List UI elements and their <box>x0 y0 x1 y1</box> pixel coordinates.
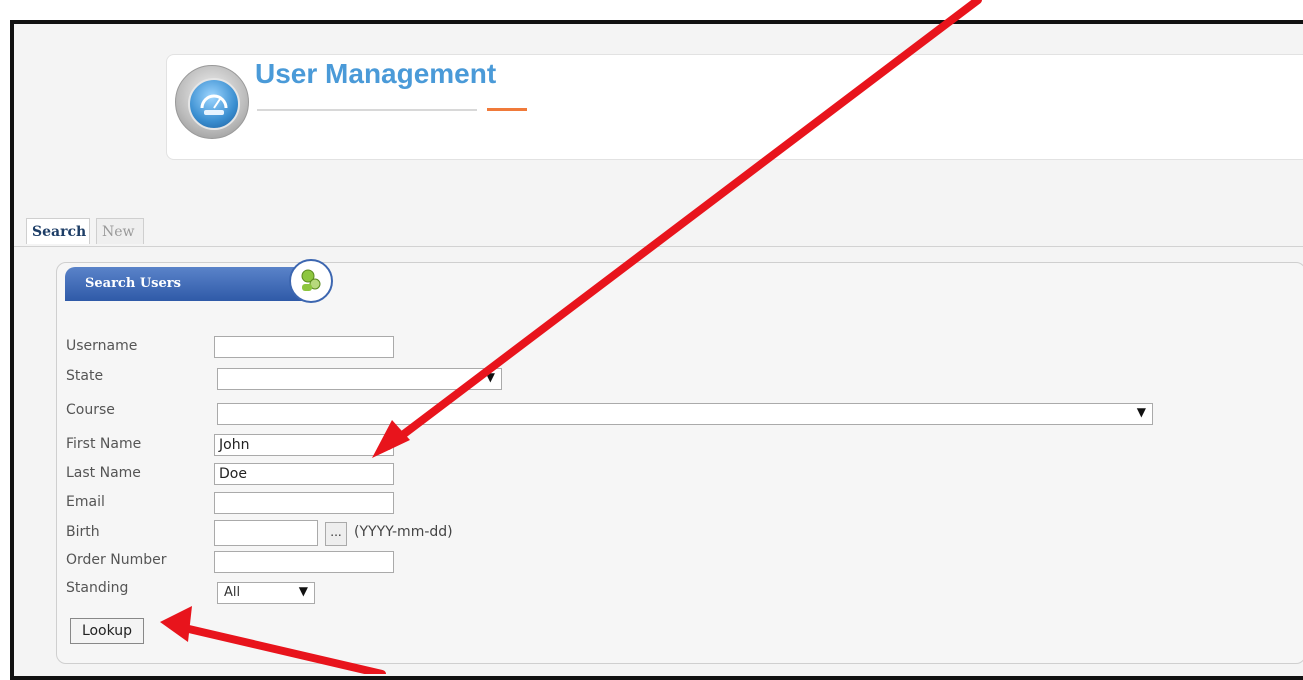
order-number-label: Order Number <box>66 552 167 568</box>
email-label: Email <box>66 494 105 510</box>
page-title: User Management <box>255 58 497 89</box>
tab-divider <box>14 246 1303 247</box>
title-accent <box>487 108 527 111</box>
birth-label: Birth <box>66 524 100 540</box>
order-number-input[interactable] <box>214 551 394 573</box>
first-name-label: First Name <box>66 436 142 452</box>
birth-input[interactable] <box>214 520 318 546</box>
panel-title: Search Users <box>85 276 181 291</box>
title-divider <box>257 109 477 111</box>
birth-format-hint: (YYYY-mm-dd) <box>354 524 453 540</box>
course-select[interactable]: ▼ <box>217 403 1153 425</box>
dropdown-arrow-icon: ▼ <box>1136 405 1146 419</box>
lookup-button[interactable]: Lookup <box>70 618 144 644</box>
course-label: Course <box>66 402 115 418</box>
first-name-input[interactable]: John <box>214 434 394 456</box>
username-input[interactable] <box>214 336 394 358</box>
standing-value: All <box>224 585 241 600</box>
last-name-label: Last Name <box>66 465 141 481</box>
last-name-input[interactable]: Doe <box>214 463 394 485</box>
dropdown-arrow-icon: ▼ <box>485 370 495 384</box>
state-select[interactable]: ▼ <box>217 368 502 390</box>
tab-new[interactable]: New <box>96 218 144 244</box>
standing-select[interactable]: All ▼ <box>217 582 315 604</box>
date-picker-button[interactable]: ... <box>325 522 347 546</box>
users-search-icon <box>289 259 333 303</box>
standing-label: Standing <box>66 580 129 596</box>
state-label: State <box>66 368 104 384</box>
page-header: User Management <box>166 54 1303 160</box>
tab-search[interactable]: Search <box>26 218 90 244</box>
speedometer-icon <box>175 65 249 139</box>
username-label: Username <box>66 338 138 354</box>
email-input[interactable] <box>214 492 394 514</box>
dropdown-arrow-icon: ▼ <box>298 584 308 598</box>
panel-header: Search Users <box>65 267 315 301</box>
